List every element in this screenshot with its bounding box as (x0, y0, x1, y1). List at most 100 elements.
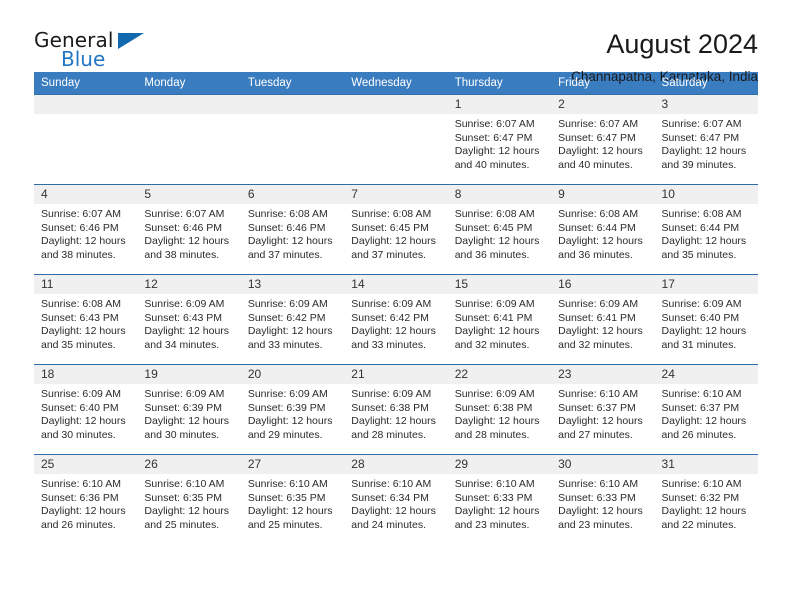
calendar-day-cell[interactable]: 10 Sunrise: 6:08 AM Sunset: 6:44 PM Dayligh… (654, 184, 758, 275)
day-details: Sunrise: 6:09 AM Sunset: 6:38 PM Daylight:… (448, 384, 551, 442)
day-number: 8 (447, 185, 552, 204)
calendar-week-row: 25 Sunrise: 6:10 AM Sunset: 6:36 PM Dayligh… (34, 454, 758, 544)
calendar-day-cell[interactable]: 8 Sunrise: 6:08 AM Sunset: 6:45 PM Daylight… (447, 184, 552, 275)
calendar-day-cell[interactable]: 5 Sunrise: 6:07 AM Sunset: 6:46 PM Daylight… (137, 184, 241, 275)
day-details: Sunrise: 6:07 AM Sunset: 6:46 PM Daylight:… (34, 204, 137, 262)
general-blue-logo[interactable]: General Blue (34, 28, 154, 80)
sunrise-text: Sunrise: 6:09 AM (247, 388, 328, 400)
calendar-day-cell[interactable]: 25 Sunrise: 6:10 AM Sunset: 6:36 PM Dayligh… (34, 454, 138, 544)
sunrise-text: Sunrise: 6:09 AM (144, 388, 225, 400)
sunset-text: Sunset: 6:39 PM (247, 401, 326, 414)
calendar-day-cell[interactable]: 1 Sunrise: 6:07 AM Sunset: 6:47 PM Daylight… (447, 94, 552, 185)
sunrise-text: Sunrise: 6:09 AM (454, 388, 535, 400)
day-details: Sunrise: 6:10 AM Sunset: 6:35 PM Daylight:… (241, 474, 344, 532)
sunrise-text: Sunrise: 6:09 AM (351, 388, 432, 400)
day-number (344, 95, 448, 114)
day-details: Sunrise: 6:08 AM Sunset: 6:43 PM Daylight:… (34, 294, 137, 352)
sunrise-text: Sunrise: 6:07 AM (41, 208, 121, 220)
daylight-text: Daylight: 12 hours and 35 minutes. (41, 325, 126, 351)
day-number: 12 (137, 275, 241, 294)
day-number: 9 (551, 185, 655, 204)
calendar-day-cell[interactable]: 20 Sunrise: 6:09 AM Sunset: 6:39 PM Dayligh… (240, 364, 345, 455)
sunrise-text: Sunrise: 6:08 AM (247, 208, 328, 220)
day-number (137, 95, 241, 114)
daylight-text: Daylight: 12 hours and 39 minutes. (661, 145, 747, 171)
calendar-day-cell[interactable]: 24 Sunrise: 6:10 AM Sunset: 6:37 PM Dayligh… (654, 364, 758, 455)
calendar-day-cell[interactable]: 29 Sunrise: 6:10 AM Sunset: 6:33 PM Dayligh… (447, 454, 552, 544)
daylight-text: Daylight: 12 hours and 29 minutes. (247, 415, 333, 441)
calendar-day-cell[interactable]: 18 Sunrise: 6:09 AM Sunset: 6:40 PM Dayligh… (34, 364, 138, 455)
calendar-day-cell[interactable]: 15 Sunrise: 6:09 AM Sunset: 6:41 PM Dayligh… (447, 274, 552, 365)
sunrise-text: Sunrise: 6:09 AM (661, 298, 742, 310)
calendar-week-row: 18 Sunrise: 6:09 AM Sunset: 6:40 PM Dayligh… (34, 364, 758, 455)
day-number: 4 (34, 185, 138, 204)
calendar-day-cell[interactable]: 16 Sunrise: 6:09 AM Sunset: 6:41 PM Dayligh… (551, 274, 655, 365)
month-calendar-table: Sunday Monday Tuesday Wednesday Thursday… (34, 72, 758, 544)
calendar-day-cell[interactable]: 12 Sunrise: 6:09 AM Sunset: 6:43 PM Dayligh… (137, 274, 241, 365)
daylight-text: Daylight: 12 hours and 33 minutes. (351, 325, 436, 351)
sunset-text: Sunset: 6:43 PM (41, 311, 119, 324)
daylight-text: Daylight: 12 hours and 28 minutes. (351, 415, 436, 441)
day-number: 23 (551, 365, 655, 384)
sunset-text: Sunset: 6:44 PM (558, 221, 636, 234)
day-details: Sunrise: 6:10 AM Sunset: 6:36 PM Daylight:… (34, 474, 137, 532)
sunrise-text: Sunrise: 6:09 AM (558, 298, 639, 310)
calendar-day-cell[interactable]: 6 Sunrise: 6:08 AM Sunset: 6:46 PM Daylight… (240, 184, 345, 275)
sunset-text: Sunset: 6:33 PM (454, 491, 533, 504)
calendar-day-cell[interactable]: 9 Sunrise: 6:08 AM Sunset: 6:44 PM Daylight… (551, 184, 655, 275)
calendar-day-cell[interactable]: 30 Sunrise: 6:10 AM Sunset: 6:33 PM Dayligh… (551, 454, 655, 544)
sunset-text: Sunset: 6:46 PM (41, 221, 119, 234)
calendar-day-cell[interactable]: 26 Sunrise: 6:10 AM Sunset: 6:35 PM Dayligh… (137, 454, 241, 544)
day-details: Sunrise: 6:09 AM Sunset: 6:39 PM Daylight:… (241, 384, 344, 442)
sunrise-text: Sunrise: 6:10 AM (351, 478, 432, 490)
daylight-text: Daylight: 12 hours and 26 minutes. (661, 415, 747, 441)
calendar-day-cell[interactable]: 2 Sunrise: 6:07 AM Sunset: 6:47 PM Daylight… (551, 94, 655, 185)
day-details: Sunrise: 6:10 AM Sunset: 6:37 PM Daylight:… (551, 384, 654, 442)
calendar-day-cell[interactable]: 21 Sunrise: 6:09 AM Sunset: 6:38 PM Dayligh… (344, 364, 448, 455)
sunset-text: Sunset: 6:40 PM (41, 401, 119, 414)
day-details: Sunrise: 6:09 AM Sunset: 6:41 PM Daylight:… (551, 294, 654, 352)
calendar-day-cell[interactable]: 13 Sunrise: 6:09 AM Sunset: 6:42 PM Dayligh… (240, 274, 345, 365)
sunset-text: Sunset: 6:42 PM (351, 311, 429, 324)
daylight-text: Daylight: 12 hours and 40 minutes. (558, 145, 643, 171)
sunrise-text: Sunrise: 6:07 AM (144, 208, 225, 220)
day-number: 16 (551, 275, 655, 294)
day-details: Sunrise: 6:07 AM Sunset: 6:47 PM Daylight:… (551, 114, 654, 172)
calendar-day-cell[interactable]: 4 Sunrise: 6:07 AM Sunset: 6:46 PM Daylight… (34, 184, 138, 275)
day-number: 1 (447, 95, 552, 114)
calendar-day-cell[interactable]: 31 Sunrise: 6:10 AM Sunset: 6:32 PM Dayligh… (654, 454, 758, 544)
day-number: 27 (240, 455, 345, 474)
day-number (34, 95, 138, 114)
sunrise-text: Sunrise: 6:10 AM (558, 388, 639, 400)
sunset-text: Sunset: 6:32 PM (661, 491, 740, 504)
day-number: 17 (654, 275, 758, 294)
day-details: Sunrise: 6:09 AM Sunset: 6:38 PM Daylight:… (344, 384, 447, 442)
calendar-day-cell[interactable]: 23 Sunrise: 6:10 AM Sunset: 6:37 PM Dayligh… (551, 364, 655, 455)
page-title: August 2024 (606, 29, 758, 59)
calendar-day-cell[interactable]: 17 Sunrise: 6:09 AM Sunset: 6:40 PM Dayligh… (654, 274, 758, 365)
daylight-text: Daylight: 12 hours and 36 minutes. (454, 235, 540, 261)
daylight-text: Daylight: 12 hours and 38 minutes. (41, 235, 126, 261)
sunset-text: Sunset: 6:35 PM (144, 491, 223, 504)
daylight-text: Daylight: 12 hours and 34 minutes. (144, 325, 230, 351)
sunset-text: Sunset: 6:40 PM (661, 311, 740, 324)
daylight-text: Daylight: 12 hours and 28 minutes. (454, 415, 540, 441)
calendar-day-cell[interactable]: 28 Sunrise: 6:10 AM Sunset: 6:34 PM Dayligh… (344, 454, 448, 544)
day-details: Sunrise: 6:08 AM Sunset: 6:44 PM Daylight:… (551, 204, 654, 262)
sunrise-text: Sunrise: 6:09 AM (247, 298, 328, 310)
calendar-day-cell[interactable]: 14 Sunrise: 6:09 AM Sunset: 6:42 PM Dayligh… (344, 274, 448, 365)
day-details: Sunrise: 6:10 AM Sunset: 6:37 PM Daylight:… (655, 384, 758, 442)
day-number: 14 (344, 275, 448, 294)
calendar-day-cell[interactable]: 22 Sunrise: 6:09 AM Sunset: 6:38 PM Dayligh… (447, 364, 552, 455)
sunrise-text: Sunrise: 6:10 AM (144, 478, 225, 490)
calendar-day-cell[interactable]: 19 Sunrise: 6:09 AM Sunset: 6:39 PM Dayligh… (137, 364, 241, 455)
calendar-day-cell[interactable]: 7 Sunrise: 6:08 AM Sunset: 6:45 PM Daylight… (344, 184, 448, 275)
calendar-day-cell[interactable]: 11 Sunrise: 6:08 AM Sunset: 6:43 PM Dayligh… (34, 274, 138, 365)
calendar-day-cell[interactable]: 27 Sunrise: 6:10 AM Sunset: 6:35 PM Dayligh… (240, 454, 345, 544)
daylight-text: Daylight: 12 hours and 32 minutes. (454, 325, 540, 351)
calendar-day-cell[interactable]: 3 Sunrise: 6:07 AM Sunset: 6:47 PM Daylight… (654, 94, 758, 185)
daylight-text: Daylight: 12 hours and 25 minutes. (144, 505, 230, 531)
calendar-day-cell-empty (344, 94, 448, 185)
day-number: 7 (344, 185, 448, 204)
sunset-text: Sunset: 6:36 PM (41, 491, 119, 504)
